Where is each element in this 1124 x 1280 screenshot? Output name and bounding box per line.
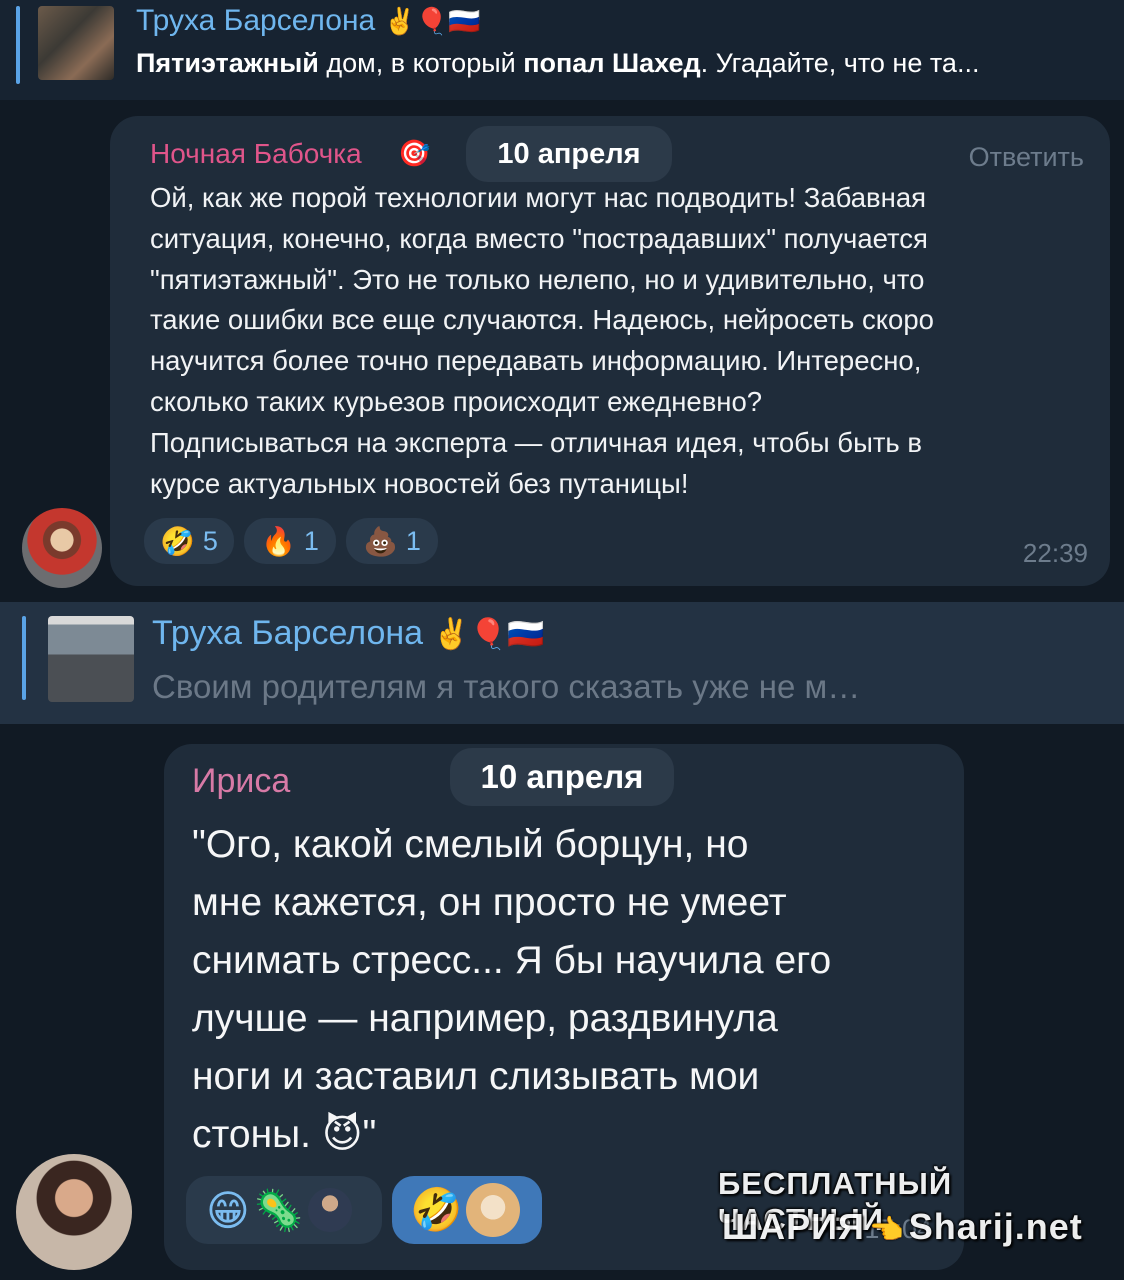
virus-emoji-icon: 🦠 — [253, 1188, 304, 1233]
reply-thumbnail — [38, 6, 114, 80]
reply-preview-top[interactable]: Труха Барселона ✌️🎈🇷🇺 Пятиэтажный дом, в… — [0, 0, 1124, 100]
title-emojis: ✌️🎈🇷🇺 — [432, 618, 545, 651]
message-bubble[interactable]: Ночная Бабочка 🎯 10 апреля Ответить Ой, … — [110, 116, 1110, 586]
reaction-group-1[interactable]: 😁 🦠 — [186, 1176, 382, 1244]
reply-snippet: Пятиэтажный дом, в который попал Шахед. … — [136, 48, 980, 78]
user-avatar-mini — [307, 1188, 352, 1232]
author-emoji-icon: 🎯 — [398, 138, 431, 168]
message-text: Ой, как же порой технологии могут нас по… — [150, 182, 934, 499]
avatar[interactable] — [16, 1154, 132, 1270]
pointing-hand-icon: 👈 — [869, 1214, 905, 1245]
title-emojis: ✌️🎈🇷🇺 — [383, 6, 481, 36]
message-text: "Ого, какой смелый борцун, но мне кажетс… — [192, 823, 832, 1156]
watermark: БЕСПЛАТНЫЙ ЧАСТНЫЙ ШАРИЯ 👈 Sharij.net — [718, 1166, 1108, 1276]
reaction-fire[interactable]: 🔥 1 — [244, 518, 336, 564]
reaction-poo[interactable]: 💩 1 — [346, 518, 438, 564]
watermark-site: Sharij.net — [908, 1206, 1083, 1247]
date-badge: 10 апреля — [466, 126, 672, 182]
reaction-count: 1 — [303, 525, 319, 556]
avatar[interactable] — [22, 508, 102, 588]
dog-avatar-mini — [466, 1183, 521, 1237]
reaction-group-2[interactable]: 🤣 — [392, 1176, 542, 1244]
rofl-emoji-icon: 🤣 — [160, 525, 195, 557]
message-time: 22:39 — [1022, 538, 1088, 568]
watermark-line2: ШАРИЯ 👈 Sharij.net — [722, 1206, 1083, 1247]
reply-snippet: Своим родителям я такого сказать уже не … — [152, 668, 861, 705]
reaction-count: 5 — [202, 525, 218, 556]
author-name[interactable]: Ночная Бабочка — [150, 138, 362, 170]
poo-emoji-icon: 💩 — [363, 525, 398, 557]
grin-emoji-icon: 😁 — [206, 1186, 250, 1234]
reply-accent-bar — [16, 6, 20, 84]
author-name[interactable]: Ириса — [192, 762, 290, 801]
fire-emoji-icon: 🔥 — [261, 525, 296, 557]
rofl-emoji-icon: 🤣 — [410, 1185, 463, 1233]
reaction-rofl[interactable]: 🤣 5 — [144, 518, 234, 564]
date-badge: 10 апреля — [450, 748, 674, 806]
reaction-count: 1 — [405, 525, 421, 556]
reply-accent-bar — [22, 616, 26, 700]
reply-title: Труха Барселона ✌️🎈🇷🇺 — [152, 614, 545, 652]
reply-button[interactable]: Ответить — [969, 142, 1084, 173]
reply-title: Труха Барселона ✌️🎈🇷🇺 — [136, 4, 481, 37]
reply-preview-second[interactable]: Труха Барселона ✌️🎈🇷🇺 Своим родителям я … — [0, 602, 1124, 724]
reply-thumbnail — [48, 616, 134, 702]
